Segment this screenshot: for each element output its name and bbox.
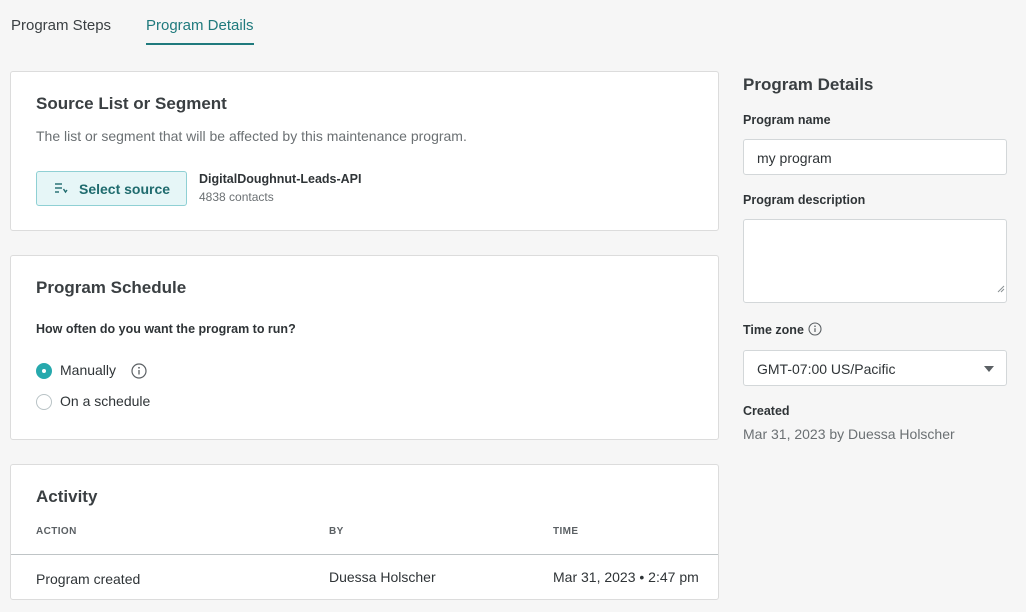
select-source-label: Select source <box>79 181 171 197</box>
activity-title: Activity <box>36 487 98 506</box>
schedule-question: How often do you want the program to run… <box>36 322 296 336</box>
table-cell-by: Duessa Holscher <box>329 569 436 585</box>
radio-manually[interactable] <box>36 363 52 379</box>
program-name-input[interactable]: my program <box>743 139 1007 175</box>
selected-source-name: DigitalDoughnut-Leads-API <box>199 172 362 186</box>
radio-on-schedule[interactable] <box>36 394 52 410</box>
resize-handle-icon[interactable] <box>997 285 1005 293</box>
radio-manually-label[interactable]: Manually <box>60 362 116 378</box>
tab-program-steps[interactable]: Program Steps <box>11 17 111 34</box>
table-divider <box>11 554 718 555</box>
timezone-info-icon[interactable] <box>808 322 822 336</box>
program-name-value: my program <box>757 150 832 166</box>
table-cell-action: Program created <box>36 571 141 587</box>
schedule-card: Program Schedule How often do you want t… <box>10 255 719 440</box>
table-cell-time: Mar 31, 2023 • 2:47 pm <box>553 569 699 585</box>
info-icon[interactable] <box>131 363 147 379</box>
tab-bar: Program Steps Program Details <box>0 0 1026 50</box>
chevron-down-icon <box>984 366 994 372</box>
created-label: Created <box>743 404 790 418</box>
column-header-action: ACTION <box>36 526 77 537</box>
timezone-value: GMT-07:00 US/Pacific <box>757 361 896 377</box>
select-source-button[interactable]: Select source <box>36 171 187 206</box>
program-description-label: Program description <box>743 193 866 207</box>
schedule-title: Program Schedule <box>36 278 187 297</box>
program-description-input[interactable] <box>743 219 1007 303</box>
source-description: The list or segment that will be affecte… <box>36 128 467 144</box>
activity-card: Activity ACTION BY TIME Program created … <box>10 464 719 600</box>
selected-source-count: 4838 contacts <box>199 190 274 204</box>
column-header-time: TIME <box>553 526 579 537</box>
tab-program-details[interactable]: Program Details <box>146 17 254 34</box>
created-value: Mar 31, 2023 by Duessa Holscher <box>743 426 955 442</box>
column-header-by: BY <box>329 526 344 537</box>
details-title: Program Details <box>743 75 874 94</box>
list-filter-icon <box>55 183 68 194</box>
source-card: Source List or Segment The list or segme… <box>10 71 719 231</box>
program-name-label: Program name <box>743 113 831 127</box>
timezone-label: Time zone <box>743 323 804 337</box>
radio-on-schedule-label[interactable]: On a schedule <box>60 393 150 409</box>
active-tab-indicator <box>146 43 254 45</box>
timezone-select[interactable]: GMT-07:00 US/Pacific <box>743 350 1007 386</box>
source-title: Source List or Segment <box>36 94 227 113</box>
